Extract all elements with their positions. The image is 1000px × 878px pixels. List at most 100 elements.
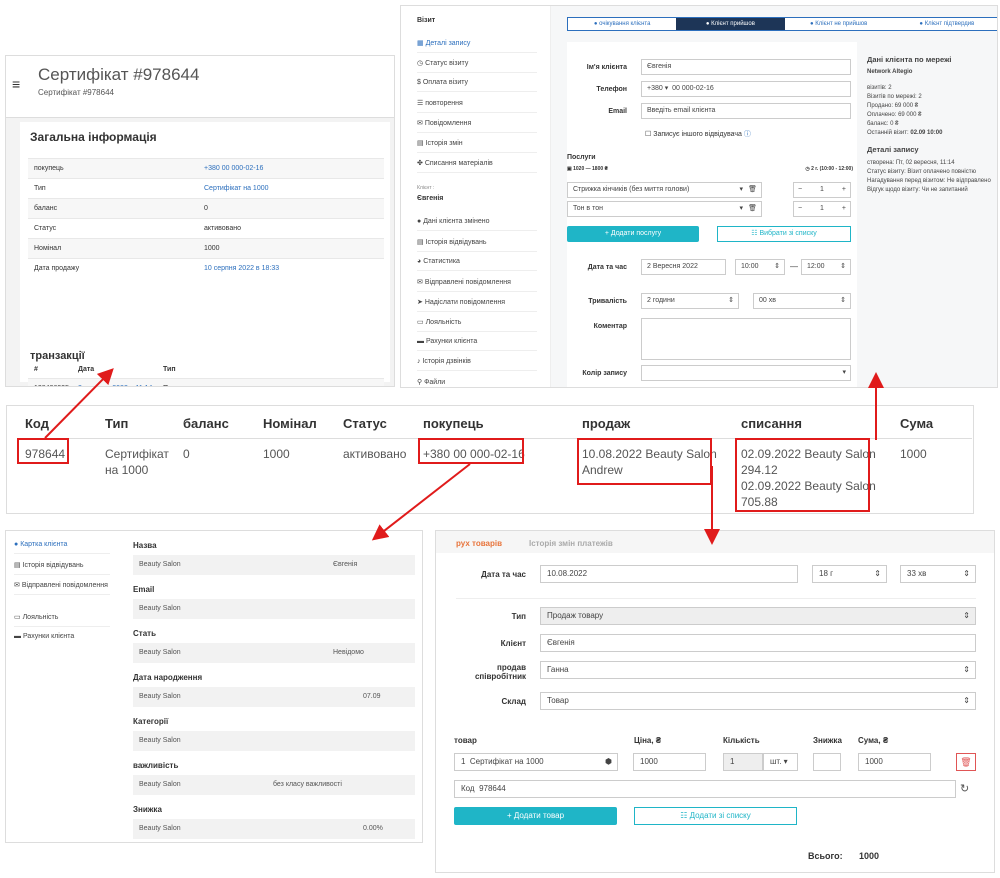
page-title: Сертифікат #978644 <box>38 65 200 84</box>
date-input[interactable]: 2 Вересня 2022 <box>641 259 726 275</box>
seller-select[interactable]: Ганна ⇕ <box>540 661 976 679</box>
add-from-list-button[interactable]: ☷ Додати зі списку <box>634 807 797 825</box>
field-value[interactable]: Beauty Salon без класу важливості <box>133 775 415 795</box>
minute-select[interactable]: 33 хв ⇕ <box>900 565 976 583</box>
tab-not-arrived[interactable]: ● Клієнт не прийшов <box>784 18 893 30</box>
col-status: Статус <box>343 416 387 431</box>
item-input[interactable]: 1 Сертифікат на 1000 ⬢ <box>454 753 618 771</box>
duration-hours-select[interactable]: 2 години ⇕ <box>641 293 739 309</box>
client-input[interactable]: Євгенія <box>540 634 976 652</box>
col-item: товар <box>454 736 477 745</box>
info-value[interactable]: +380 00 000-02-16 <box>204 165 263 172</box>
duration-minutes-select[interactable]: 00 хв ⇕ <box>753 293 851 309</box>
client-item-4[interactable]: ➤ Надіслати повідомлення <box>417 298 537 312</box>
client-menu-item-3[interactable]: ▭ Лояльність <box>14 613 110 627</box>
checkbox-icon: ☐ <box>645 131 654 138</box>
client-menu-item-2[interactable]: ✉ Відправлені повідомлення <box>14 581 110 595</box>
service-qty[interactable]: − 1 + <box>793 182 851 198</box>
transaction-date[interactable]: 2 вересня 2022 в 11:14 <box>78 385 152 386</box>
phone-code-select[interactable]: +380 ▾ <box>647 85 668 92</box>
field-value[interactable]: Beauty Salon Невідомо <box>133 643 415 663</box>
client-menu-item-4[interactable]: ▬ Рахунки клієнта <box>14 633 110 645</box>
trash-icon[interactable]: 🗑 <box>748 183 757 197</box>
trash-icon[interactable]: 🗑 <box>748 202 757 216</box>
sidebar-item-0[interactable]: ▦ Деталі запису <box>417 39 537 53</box>
client-item-0[interactable]: ● Дані клієнта змінено <box>417 218 537 231</box>
client-item-2[interactable]: ◕ Статистика <box>417 258 537 271</box>
client-item-3[interactable]: ✉ Відправлені повідомлення <box>417 278 537 292</box>
sidebar-item-2[interactable]: $ Оплата візиту <box>417 79 537 92</box>
detail-line: Нагадування перед візитом: Не відправлен… <box>867 178 991 184</box>
comment-textarea[interactable] <box>641 318 851 360</box>
sum-cell: 1000 <box>900 447 927 461</box>
sum-input[interactable]: 1000 <box>858 753 931 771</box>
field-salon: Beauty Salon <box>139 781 181 788</box>
tab-goods-movement[interactable]: рух товарів <box>456 539 502 548</box>
tab-confirmed[interactable]: ● Клієнт підтвердив <box>892 18 997 30</box>
add-service-button[interactable]: + Додати послугу <box>567 226 699 242</box>
color-select[interactable]: ▾ <box>641 365 851 381</box>
time-from-select[interactable]: 10:00 ⇕ <box>735 259 785 275</box>
client-menu-label: Історія відвідувань <box>22 562 84 569</box>
minus-icon[interactable]: − <box>798 183 802 197</box>
sidebar-item-1[interactable]: ◷ Статус візиту <box>417 59 537 73</box>
field-label: Категорії <box>133 717 169 726</box>
field-value[interactable]: Beauty Salon <box>133 731 415 751</box>
sidebar-item-6[interactable]: ✤ Списання матеріалів <box>417 159 537 173</box>
service-select[interactable]: Стрижка кінчиків (без миття голови) ▾ 🗑 <box>567 182 762 198</box>
client-item-label: Надіслати повідомлення <box>424 299 506 306</box>
minus-icon[interactable]: − <box>798 202 802 216</box>
menu-icon[interactable]: ≡ <box>12 76 20 92</box>
tab-payment-history[interactable]: Історія змін платежів <box>529 539 613 548</box>
phone-input[interactable]: +380 ▾ 00 000-02-16 <box>641 81 851 97</box>
client-item-8[interactable]: ⚲ Файли <box>417 378 537 387</box>
field-value[interactable]: Beauty Salon <box>133 599 415 619</box>
type-select[interactable]: Продаж товару ⇕ <box>540 607 976 625</box>
info-key: Дата продажу <box>34 265 80 272</box>
time-dash: — <box>790 262 798 271</box>
discount-input[interactable] <box>813 753 841 771</box>
pick-from-list-button[interactable]: ☷ Вибрати зі списку <box>717 226 851 242</box>
other-visitor-checkbox[interactable]: ☐ Записує іншого відвідувача ⓘ <box>645 129 751 139</box>
trash-icon[interactable]: 🗑 <box>956 753 976 771</box>
price-input[interactable]: 1000 <box>633 753 706 771</box>
field-value[interactable]: Beauty Salon 07.09 <box>133 687 415 707</box>
unit-select[interactable]: шт. ▾ <box>763 753 798 771</box>
service-qty[interactable]: − 1 + <box>793 201 851 217</box>
client-item-label: Статистика <box>423 258 460 265</box>
stock-select[interactable]: Товар ⇕ <box>540 692 976 710</box>
sidebar-item-3[interactable]: ☰ повторення <box>417 99 537 113</box>
field-value[interactable]: Beauty Salon Євгенія <box>133 555 415 575</box>
time-to-select[interactable]: 12:00 ⇕ <box>801 259 851 275</box>
highlight-buyer <box>418 438 524 464</box>
email-input[interactable]: Введіть email клієнта <box>641 103 851 119</box>
qty-input[interactable]: 1 <box>723 753 763 771</box>
info-icon: ⓘ <box>743 131 751 138</box>
service-select[interactable]: Тон в тон ▾ 🗑 <box>567 201 762 217</box>
client-name-input[interactable]: Євгенія <box>641 59 851 75</box>
client-item-7[interactable]: ♪ Історія дзвінків <box>417 358 537 371</box>
col-date: Дата <box>78 366 95 373</box>
field-value[interactable]: Beauty Salon 0.00% <box>133 819 415 839</box>
plus-icon[interactable]: + <box>842 202 846 216</box>
client-menu-item-0[interactable]: ● Картка клієнта <box>14 541 110 554</box>
tab-arrived[interactable]: ● Клієнт прийшов <box>676 18 785 30</box>
client-item-5[interactable]: ▭ Лояльність <box>417 318 537 332</box>
info-value[interactable]: Сертифікат на 1000 <box>204 185 269 192</box>
add-item-button[interactable]: + Додати товар <box>454 807 617 825</box>
date-input[interactable]: 10.08.2022 <box>540 565 798 583</box>
sidebar-item-4[interactable]: ✉ Повідомлення <box>417 119 537 133</box>
client-item-1[interactable]: ▤ Історія відвідувань <box>417 238 537 252</box>
client-menu-item-1[interactable]: ▤ Історія відвідувань <box>14 561 110 575</box>
service-name: Стрижка кінчиків (без миття голови) <box>573 186 690 193</box>
refresh-icon[interactable]: ↻ <box>960 782 969 795</box>
code-input[interactable]: Код 978644 <box>454 780 956 798</box>
certificate-header: ≡ Сертифікат #978644 Сертифікат #978644 <box>6 56 394 118</box>
hour-select[interactable]: 18 г ⇕ <box>812 565 887 583</box>
client-item-6[interactable]: ▬ Рахунки клієнта <box>417 338 537 351</box>
sidebar-item-5[interactable]: ▤ Історія змін <box>417 139 537 153</box>
plus-icon[interactable]: + <box>842 183 846 197</box>
updown-icon: ⇕ <box>963 696 970 705</box>
tab-waiting[interactable]: ● очікування клієнта <box>568 18 677 30</box>
info-value[interactable]: 10 серпня 2022 в 18:33 <box>204 265 279 272</box>
